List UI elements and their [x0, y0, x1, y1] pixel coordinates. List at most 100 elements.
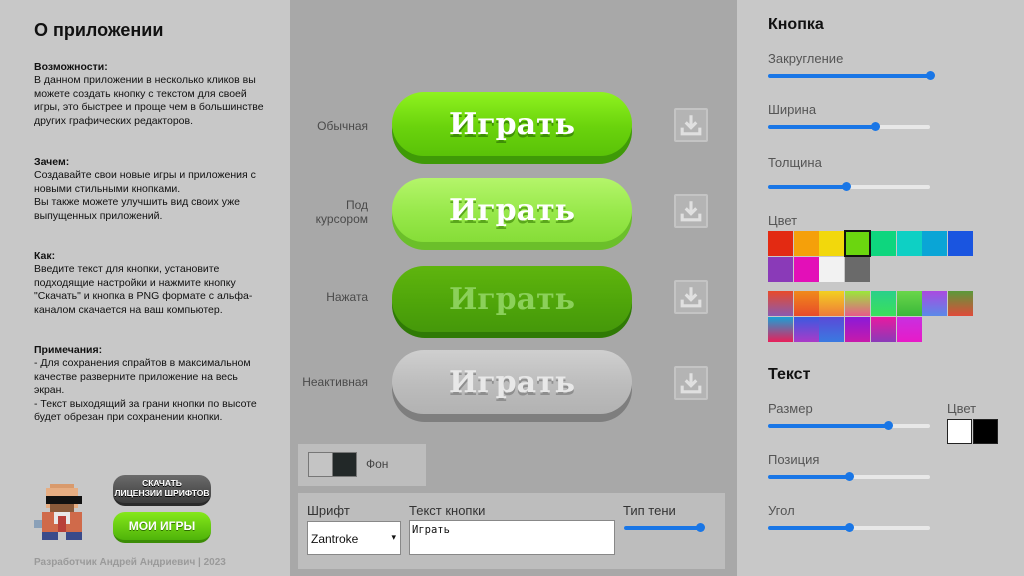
button-color-swatch[interactable]: [793, 231, 819, 256]
slider-thumb[interactable]: [696, 523, 705, 532]
button-gradient-swatch[interactable]: [793, 316, 819, 342]
button-hover-text: Играть: [392, 178, 632, 242]
slider-fill: [768, 74, 930, 78]
download-normal-icon[interactable]: [674, 108, 708, 142]
button-color-swatch[interactable]: [845, 256, 871, 282]
chevron-down-icon: ▾: [391, 532, 396, 542]
button-text-label: Текст кнопки: [409, 503, 486, 518]
about-title: О приложении: [34, 20, 164, 40]
text-color-black[interactable]: [973, 419, 998, 444]
slider-fill: [768, 424, 888, 428]
state-normal-line: Обычная: [317, 119, 368, 133]
button-gradient-swatch[interactable]: [768, 316, 793, 342]
slider-thumb[interactable]: [883, 421, 893, 430]
text-color-white[interactable]: [947, 419, 972, 444]
why-section: Зачем: Создавайте свои новые игры и прил…: [34, 156, 264, 223]
state-label-normal: Обычная: [290, 119, 368, 133]
thickness-label: Толщина: [768, 155, 822, 170]
slider-thumb[interactable]: [845, 523, 854, 532]
license-button-line-1: СКАЧАТЬ: [142, 478, 182, 488]
button-gradient-swatch[interactable]: [870, 316, 896, 342]
width-slider[interactable]: [768, 122, 930, 132]
download-pressed-icon[interactable]: [674, 280, 708, 314]
button-gradient-swatch[interactable]: [819, 291, 845, 316]
button-preview-hover: Играть: [392, 178, 632, 250]
slider-fill: [768, 526, 849, 530]
button-gradient-swatch[interactable]: [896, 291, 922, 316]
text-color-label: Цвет: [947, 401, 977, 416]
slider-thumb[interactable]: [845, 472, 854, 481]
button-preview-pressed: Играть: [392, 266, 632, 338]
button-color-swatch[interactable]: [819, 231, 845, 256]
font-select[interactable]: Zantroke ▾: [307, 521, 401, 555]
button-color-swatch[interactable]: [896, 231, 922, 256]
button-color-swatch[interactable]: [844, 230, 872, 257]
notes-heading: Примечания:: [34, 344, 103, 356]
text-size-slider[interactable]: [768, 421, 930, 431]
position-label: Позиция: [768, 452, 820, 467]
color-label: Цвет: [768, 213, 798, 228]
text-position-slider[interactable]: [768, 472, 930, 482]
slider-thumb[interactable]: [870, 122, 880, 131]
background-swatch-dark[interactable]: [332, 452, 357, 477]
button-disabled-text: Играть: [392, 350, 632, 414]
text-angle-slider[interactable]: [768, 523, 930, 533]
button-text-input[interactable]: Играть: [409, 520, 615, 555]
state-label-pressed: Нажата: [290, 290, 368, 304]
button-color-swatch[interactable]: [768, 231, 793, 256]
button-gradient-swatch[interactable]: [870, 291, 896, 316]
shadow-type-slider[interactable]: [624, 523, 705, 533]
button-color-swatch[interactable]: [947, 231, 973, 256]
button-pressed-text: Играть: [392, 266, 632, 332]
button-section-title: Кнопка: [768, 16, 824, 33]
developer-avatar: [34, 484, 82, 540]
slider-fill: [768, 185, 846, 189]
rounding-slider[interactable]: [768, 71, 935, 81]
button-normal-text: Играть: [392, 92, 632, 156]
note-2: - Текст выходящий за грани кнопки по выс…: [34, 397, 257, 424]
width-label: Ширина: [768, 102, 817, 117]
thickness-slider[interactable]: [768, 182, 930, 192]
notes-section: Примечания: - Для сохранения спрайтов в …: [34, 344, 264, 424]
button-gradient-swatch[interactable]: [819, 316, 845, 342]
button-gradient-swatch[interactable]: [845, 291, 871, 316]
features-heading: Возможности:: [34, 61, 108, 73]
why-text: Создавайте свои новые игры и приложения …: [34, 169, 256, 195]
angle-label: Угол: [768, 503, 795, 518]
button-gradient-swatch[interactable]: [922, 291, 948, 316]
about-panel: О приложении Возможности: В данном прило…: [0, 0, 290, 576]
features-text: В данном приложении в несколько кликов в…: [34, 74, 264, 127]
download-hover-icon[interactable]: [674, 194, 708, 228]
background-selector: Фон: [298, 444, 426, 486]
download-disabled-icon[interactable]: [674, 366, 708, 400]
slider-fill: [768, 475, 849, 479]
state-label-hover: Под курсором: [290, 198, 368, 226]
text-section-title: Текст: [768, 366, 811, 383]
license-button-line-2: ЛИЦЕНЗИИ ШРИФТОВ: [114, 488, 210, 498]
download-font-licenses-button[interactable]: СКАЧАТЬ ЛИЦЕНЗИИ ШРИФТОВ: [113, 475, 211, 506]
button-color-swatch[interactable]: [819, 256, 845, 282]
slider-thumb[interactable]: [926, 71, 935, 80]
button-gradient-swatch[interactable]: [793, 291, 819, 316]
button-color-swatch[interactable]: [870, 231, 896, 256]
button-gradient-swatch[interactable]: [768, 291, 793, 316]
button-color-swatch[interactable]: [793, 256, 819, 282]
shadow-type-label: Тип тени: [623, 503, 676, 518]
slider-thumb[interactable]: [841, 182, 851, 191]
button-color-swatch[interactable]: [922, 231, 948, 256]
button-gradient-swatch[interactable]: [896, 316, 922, 342]
my-games-button[interactable]: МОИ ИГРЫ: [113, 512, 211, 543]
why-text-2: Вы также можете улучшить вид своих уже в…: [34, 196, 240, 222]
button-gradient-swatch[interactable]: [845, 316, 871, 342]
settings-panel: Кнопка Закругление Ширина Толщина Цвет Т…: [737, 0, 1024, 576]
state-hover-line-2: курсором: [315, 212, 368, 226]
how-heading: Как:: [34, 250, 56, 262]
button-gradient-swatch[interactable]: [947, 291, 973, 316]
background-swatch-light[interactable]: [308, 452, 333, 477]
size-label: Размер: [768, 401, 813, 416]
rounding-label: Закругление: [768, 51, 844, 66]
button-preview-disabled: Играть: [392, 350, 632, 422]
state-hover-line-1: Под: [345, 198, 368, 212]
font-select-value: Zantroke: [311, 532, 359, 546]
button-color-swatch[interactable]: [768, 256, 793, 282]
